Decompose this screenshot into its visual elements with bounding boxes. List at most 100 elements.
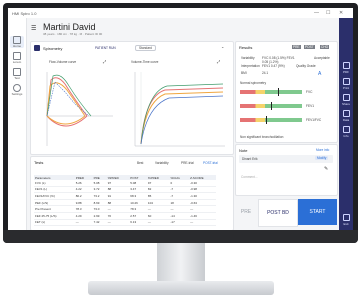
- zscore-bar-row: FEV1/FVC: [240, 116, 322, 124]
- nav-test[interactable]: Test: [10, 68, 24, 80]
- quality-grade-2: A: [318, 71, 322, 77]
- edit-icon[interactable]: ✎: [324, 166, 328, 172]
- quality-value-0: FVC 0.08 (1.5%) FEV1 0.05 (1.2%): [262, 56, 295, 64]
- best-toggle[interactable]: Best: [137, 161, 143, 165]
- table-row: FET (s) —7.42—6.13— -17—: [34, 219, 216, 227]
- test-status[interactable]: Standard: [135, 45, 156, 51]
- pre-trial-toggle[interactable]: PRE-trial: [181, 161, 194, 165]
- nav-home[interactable]: Home: [10, 36, 24, 48]
- table-cell: FET (s): [34, 219, 75, 227]
- table-cell: FEV1/FVC (%): [34, 192, 75, 200]
- monitor-chin: [3, 230, 358, 243]
- toolbar-share-label: Share: [341, 102, 350, 106]
- results-card: Results PRE POST CHG Variability FVC 0.0…: [235, 41, 338, 143]
- table-cell: —: [106, 205, 130, 213]
- more-info-link[interactable]: More info: [316, 148, 329, 152]
- table-cell: Pre Present: [34, 205, 75, 213]
- table-cell: 70: [106, 212, 130, 220]
- zscore-label: FEV1/FVC: [306, 118, 322, 122]
- table-cell: 78.3: [74, 205, 93, 213]
- test-tag[interactable]: PATIENT RUN: [95, 46, 116, 50]
- table-cell: FEV1 (L): [34, 186, 75, 194]
- patient-name: Martini David: [43, 22, 96, 32]
- left-sidebar: Home Lorem Test Settings: [8, 18, 27, 230]
- flow-volume-post-curve: [46, 82, 86, 117]
- zscore-bar-row: FEV1: [240, 102, 320, 110]
- table-cell: 104: [146, 199, 170, 207]
- toolbar-data[interactable]: Data: [340, 110, 352, 122]
- toolbar-info[interactable]: Info: [340, 126, 352, 138]
- table-cell: 18: [169, 199, 190, 207]
- spirometry-label: Normal spirometry: [240, 81, 267, 85]
- toolbar-data-label: Data: [342, 118, 350, 122]
- quality-value-1: FEV1 0.47 (9%): [262, 64, 285, 68]
- table-cell: 3.47: [129, 186, 147, 194]
- chevron-down-icon[interactable]: ⌄: [221, 44, 224, 49]
- quality-grade-1: Quality Grade: [296, 64, 316, 68]
- nav-home-label: Home: [12, 44, 21, 48]
- menu-icon[interactable]: ☰: [31, 25, 36, 32]
- toolbar-print[interactable]: Print: [340, 78, 352, 90]
- pre-button[interactable]: PRE: [235, 199, 257, 225]
- flow-volume-pred-curve: [46, 81, 90, 117]
- variability-toggle[interactable]: Variability: [155, 161, 169, 165]
- table-cell: 8.69: [92, 199, 107, 207]
- zscore-label: FEV1: [306, 104, 314, 108]
- minimize-button[interactable]: —: [314, 10, 319, 16]
- monitor-frame: HMI Spiro 1.0 — ☐ ✕ Home Lorem Test Sett…: [3, 3, 358, 243]
- list-icon: [13, 52, 21, 60]
- table-cell: —: [106, 219, 130, 227]
- maximize-button[interactable]: ☐: [326, 10, 330, 16]
- flow-volume-other-curve: [46, 74, 92, 117]
- zscore-bar-row: FVC: [240, 88, 320, 96]
- table-cell: -0.98: [189, 186, 216, 194]
- table-cell: 2.99: [92, 212, 107, 220]
- toolbar-share[interactable]: Share: [340, 94, 352, 106]
- nav-test-label: Test: [14, 76, 20, 80]
- zscore-label: FVC: [306, 90, 313, 94]
- gear-icon: [13, 84, 21, 92]
- note-textarea[interactable]: Comment...: [241, 175, 257, 179]
- monitor-neck: [157, 243, 205, 283]
- table-cell: 7.42: [92, 219, 107, 227]
- tests-title: Tests: [34, 160, 44, 165]
- toolbar-pdf[interactable]: PDF: [340, 62, 352, 74]
- post-trial-toggle[interactable]: POST-trial: [203, 161, 218, 165]
- table-row: PEF (L/S) 9.88 8.69 88 10.26 104 18 -0.63: [34, 199, 216, 207]
- note-title: Note: [239, 148, 248, 153]
- nav-settings-label: Settings: [11, 92, 23, 96]
- expand-icon[interactable]: ⤢: [103, 59, 106, 64]
- tag-post[interactable]: POST: [304, 45, 315, 49]
- nav-lorem[interactable]: Lorem: [10, 52, 24, 64]
- nav-settings[interactable]: Settings: [10, 84, 24, 96]
- table-row: FEV1 (L) 4.22 3.72 88 3.47 82 -7 -0.98: [34, 186, 216, 194]
- volume-time-post-curve: [140, 91, 224, 145]
- app-screen: HMI Spiro 1.0 — ☐ ✕ Home Lorem Test Sett…: [8, 8, 353, 230]
- home-icon: [13, 36, 21, 44]
- close-button[interactable]: ✕: [339, 10, 343, 16]
- toolbar-exit[interactable]: Exit: [340, 214, 352, 226]
- quality-label-0: Variability: [241, 56, 255, 60]
- table-cell: -0.63: [189, 199, 216, 207]
- table-cell: -17: [169, 219, 190, 227]
- pdf-icon: [342, 62, 350, 69]
- table-cell: —: [74, 219, 93, 227]
- table-cell: 4.22: [74, 186, 93, 194]
- expand-icon[interactable]: ⤢: [217, 59, 220, 64]
- post-bd-button[interactable]: POST BD: [258, 199, 298, 227]
- table-cell: —: [169, 205, 190, 213]
- results-table: Parameters PRED PRE %PRED POST %PRED %CH…: [34, 175, 216, 227]
- flow-volume-chart: [46, 72, 113, 146]
- nav-lorem-label: Lorem: [12, 60, 22, 64]
- doctor-name: Dinant Erik: [242, 157, 258, 161]
- tag-pre[interactable]: PRE: [292, 45, 301, 49]
- data-icon: [342, 110, 350, 117]
- tag-chg[interactable]: CHG: [320, 45, 330, 49]
- spirometry-icon: [34, 45, 40, 51]
- start-button[interactable]: START: [298, 199, 337, 225]
- modify-button[interactable]: Modify: [315, 156, 329, 160]
- table-cell: —: [146, 219, 170, 227]
- toolbar-print-label: Print: [342, 86, 350, 90]
- volume-time-title: Volume-Time curve: [131, 60, 159, 64]
- table-cell: 6.13: [129, 219, 147, 227]
